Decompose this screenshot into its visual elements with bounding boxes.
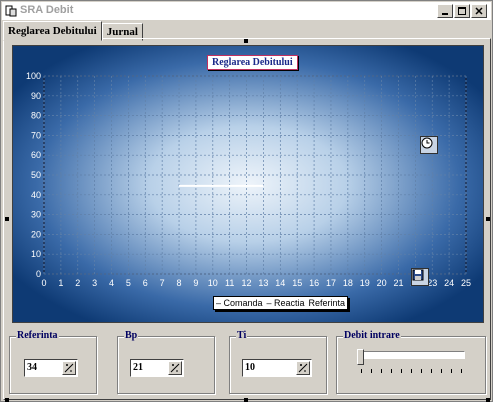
slider-tick [451, 369, 452, 373]
x-tick-label: 6 [143, 278, 148, 288]
x-tick-label: 16 [309, 278, 319, 288]
y-tick-label: 10 [31, 249, 41, 259]
tab-panel: 0123456789101112131415161718192021222324… [3, 38, 491, 400]
slider-tick [421, 369, 422, 373]
x-tick-label: 11 [225, 278, 234, 288]
referinta-group: Referinta 34 [9, 330, 97, 394]
referinta-spin-button[interactable] [62, 361, 76, 375]
ti-spinner[interactable]: 10 [242, 359, 312, 377]
x-tick-label: 24 [444, 278, 454, 288]
y-tick-label: 60 [31, 150, 41, 160]
resize-handle-bottom-right[interactable] [486, 398, 490, 402]
window-title: SRA Debit [20, 4, 74, 16]
title-bar[interactable]: SRA Debit [2, 2, 491, 20]
maximize-button[interactable] [454, 4, 470, 18]
y-tick-label: 30 [31, 210, 41, 220]
y-tick-label: 70 [31, 130, 41, 140]
x-tick-label: 1 [58, 278, 63, 288]
floppy-disk-icon[interactable] [411, 268, 429, 286]
ti-spin-button[interactable] [296, 361, 310, 375]
x-tick-label: 15 [292, 278, 302, 288]
slider-tick [381, 369, 382, 373]
y-tick-label: 100 [26, 71, 41, 81]
x-tick-label: 2 [75, 278, 80, 288]
bp-spin-button[interactable] [168, 361, 182, 375]
slider-tick [391, 369, 392, 373]
ti-group: Ti 10 [229, 330, 327, 394]
y-tick-label: 90 [31, 91, 41, 101]
debit-intrare-label: Debit intrare [343, 330, 401, 341]
tab-reglarea-debitului[interactable]: Reglarea Debitului [3, 21, 102, 41]
ti-label: Ti [236, 330, 248, 341]
referinta-label: Referinta [16, 330, 59, 341]
x-tick-label: 17 [326, 278, 336, 288]
slider-tick [461, 369, 462, 373]
app-icon [5, 5, 17, 17]
slider-tick [411, 369, 412, 373]
chart-legend: – Comanda – Reactia Referinta [213, 296, 348, 310]
x-tick-label: 21 [393, 278, 403, 288]
resize-handle-left[interactable] [5, 217, 9, 221]
ti-value: 10 [245, 362, 255, 373]
resize-handle-bottom[interactable] [244, 398, 248, 402]
legend-comanda: – Comanda [215, 298, 263, 308]
bp-label: Bp [124, 330, 139, 341]
x-tick-label: 8 [177, 278, 182, 288]
x-tick-label: 25 [461, 278, 471, 288]
x-tick-label: 0 [41, 278, 46, 288]
slider-tick [401, 369, 402, 373]
debit-intrare-group: Debit intrare [336, 330, 486, 394]
bp-group: Bp 21 [117, 330, 215, 394]
x-tick-label: 13 [258, 278, 268, 288]
slider-tick [431, 369, 432, 373]
resize-handle-right[interactable] [486, 217, 490, 221]
y-tick-label: 50 [31, 170, 41, 180]
x-tick-label: 12 [242, 278, 252, 288]
resize-handle-bottom-left[interactable] [5, 398, 9, 402]
x-tick-label: 9 [193, 278, 198, 288]
app-window: SRA Debit Reglarea Debitului Jurnal 0 1 … [0, 0, 493, 402]
x-tick-label: 10 [208, 278, 218, 288]
x-tick-label: 3 [92, 278, 97, 288]
referinta-value: 34 [27, 362, 37, 373]
chart-area: 0123456789101112131415161718192021222324… [12, 45, 484, 323]
x-tick-label: 18 [343, 278, 353, 288]
bp-spinner[interactable]: 21 [130, 359, 184, 377]
x-tick-label: 7 [160, 278, 165, 288]
slider-tick [361, 369, 362, 373]
clock-icon[interactable] [420, 136, 438, 154]
x-tick-label: 4 [109, 278, 114, 288]
minimize-button[interactable] [437, 4, 453, 18]
close-button[interactable] [471, 4, 487, 18]
chart-title: Reglarea Debitului [207, 55, 298, 70]
legend-referinta: Referinta [308, 298, 346, 308]
debit-intrare-slider-track[interactable] [359, 351, 465, 359]
x-tick-label: 5 [126, 278, 131, 288]
slider-tick [371, 369, 372, 373]
x-tick-label: 19 [360, 278, 370, 288]
debit-intrare-slider-thumb[interactable] [357, 349, 364, 365]
y-tick-label: 40 [31, 190, 41, 200]
slider-tick [441, 369, 442, 373]
y-tick-label: 80 [31, 111, 41, 121]
debit-intrare-slider-ticks [361, 369, 465, 373]
resize-handle-top[interactable] [244, 39, 248, 43]
y-tick-label: 20 [31, 229, 41, 239]
legend-reactia: – Reactia [266, 298, 305, 308]
bp-value: 21 [133, 362, 143, 373]
tab-strip: Reglarea Debitului Jurnal [3, 21, 143, 41]
y-tick-label: 0 [36, 269, 41, 279]
x-tick-label: 20 [377, 278, 387, 288]
referinta-spinner[interactable]: 34 [24, 359, 78, 377]
x-tick-label: 14 [275, 278, 285, 288]
